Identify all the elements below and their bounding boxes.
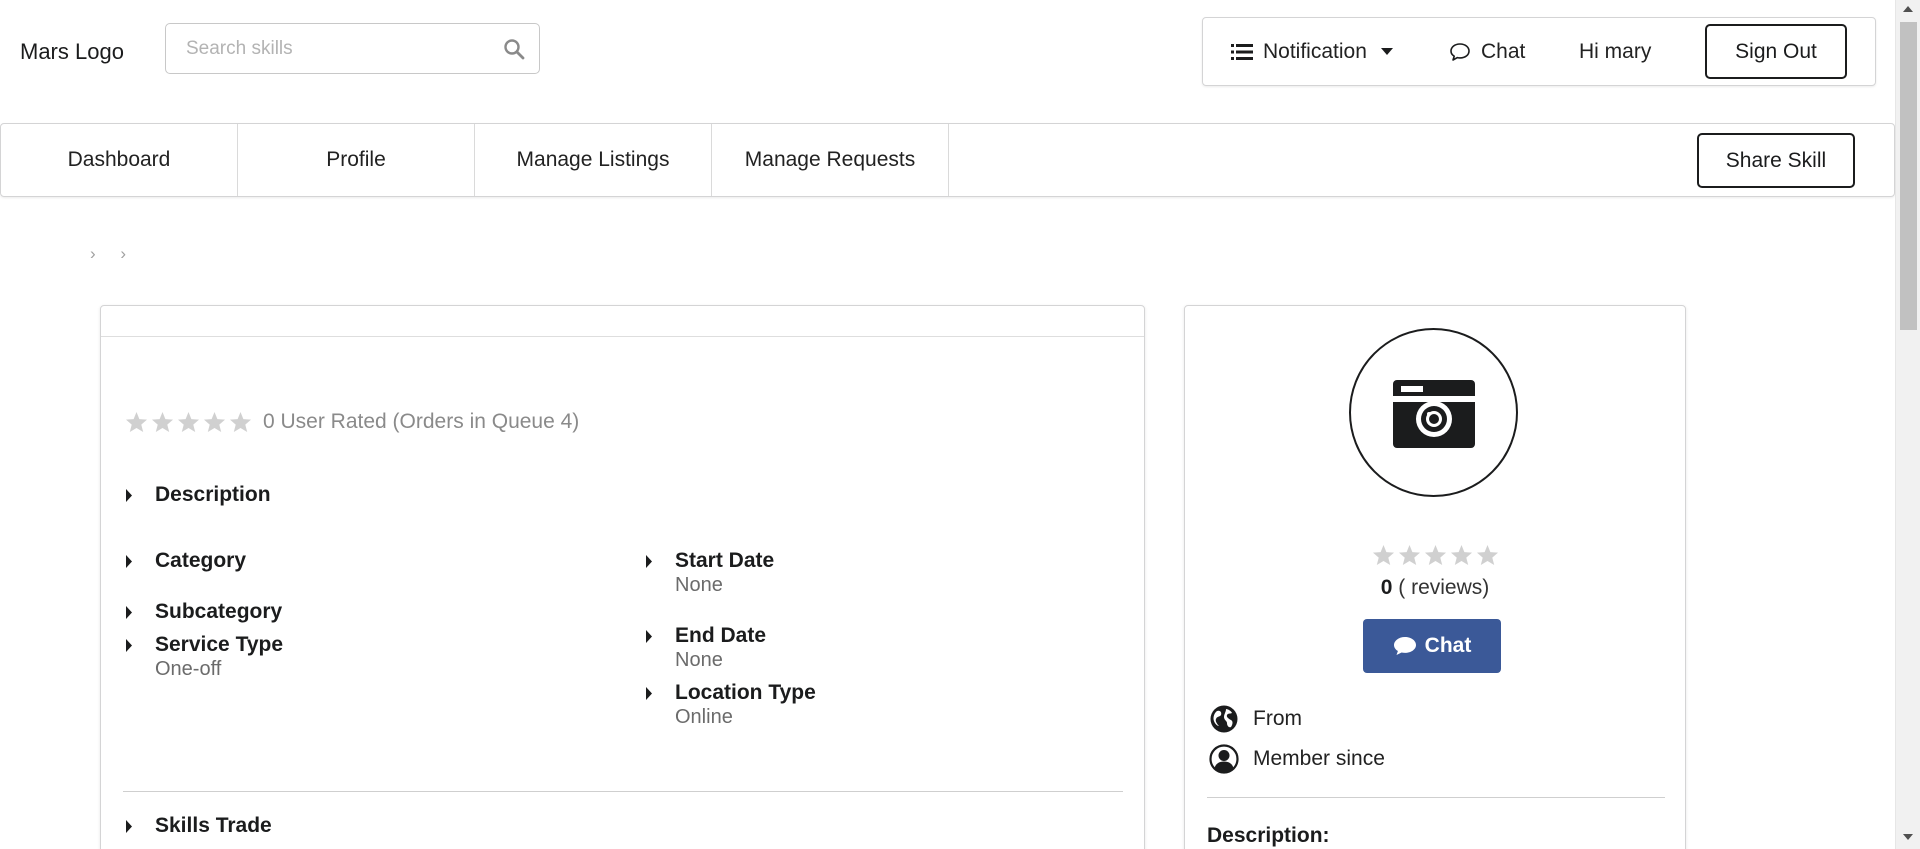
star-icon (1398, 544, 1421, 566)
star-icon (1372, 544, 1395, 566)
field-label: Skills Trade (155, 814, 272, 837)
triangle-right-icon (646, 687, 652, 700)
nav-manage-requests[interactable]: Manage Requests (712, 124, 949, 196)
search-input[interactable] (166, 37, 486, 60)
rating-summary: 0 User Rated (Orders in Queue 4) (263, 410, 580, 433)
reviews-label: ( reviews) (1392, 576, 1490, 599)
field-label: End Date (675, 624, 767, 647)
header-chat-label: Chat (1481, 39, 1526, 63)
scroll-thumb[interactable] (1900, 22, 1917, 330)
triangle-right-icon (646, 555, 652, 568)
user-menu: Notification Chat Hi mary Sign Out (1202, 17, 1876, 86)
breadcrumb-separator: › (90, 244, 96, 263)
triangle-right-icon (126, 489, 132, 502)
member-since-label: Member since (1253, 747, 1385, 770)
field-label: Description (155, 483, 271, 506)
user-greeting: Hi mary (1579, 39, 1652, 63)
breadcrumb: › › (90, 244, 146, 264)
seller-member-since: Member since (1209, 744, 1385, 774)
chat-bubble-icon (1450, 42, 1470, 61)
scroll-up-arrow[interactable] (1903, 6, 1913, 12)
star-icon (1424, 544, 1447, 566)
listing-rating: 0 User Rated (Orders in Queue 4) (125, 410, 579, 434)
field-value: None (675, 649, 723, 671)
card-header-divider (101, 336, 1144, 337)
search-icon[interactable] (503, 38, 525, 60)
star-icon (151, 411, 174, 433)
listing-details-card: 0 User Rated (Orders in Queue 4) Descrip… (100, 305, 1145, 849)
seller-divider (1207, 797, 1665, 798)
field-label: Service Type (155, 633, 284, 656)
header-chat-link[interactable]: Chat (1449, 18, 1525, 85)
list-icon (1231, 43, 1253, 60)
field-value: None (675, 574, 723, 596)
seller-description-label: Description: (1207, 824, 1330, 847)
caret-down-icon (1380, 47, 1393, 55)
seller-card: 0 ( reviews) Chat From Member since Desc… (1184, 305, 1686, 849)
globe-icon (1210, 705, 1238, 733)
user-icon (1209, 744, 1239, 774)
notification-label: Notification (1263, 39, 1367, 63)
seller-avatar (1349, 328, 1518, 497)
seller-reviews: 0 ( reviews) (1185, 576, 1685, 600)
page-scrollbar[interactable] (1895, 0, 1920, 849)
nav-dashboard[interactable]: Dashboard (1, 124, 238, 196)
seller-chat-label: Chat (1424, 634, 1472, 657)
main-nav: Dashboard Profile Manage Listings Manage… (0, 123, 1895, 197)
seller-chat-button[interactable]: Chat (1363, 619, 1501, 673)
field-label: Subcategory (155, 600, 283, 623)
listing-stars (125, 411, 255, 433)
field-label: Category (155, 549, 247, 572)
field-label: Location Type (675, 681, 816, 704)
star-icon (1450, 544, 1473, 566)
star-icon (177, 411, 200, 433)
site-logo[interactable]: Mars Logo (20, 39, 124, 65)
nav-profile[interactable]: Profile (238, 124, 475, 196)
seller-stars (1372, 544, 1502, 566)
review-count: 0 (1380, 576, 1393, 599)
seller-from: From (1209, 704, 1302, 734)
triangle-right-icon (126, 639, 132, 652)
field-value: One-off (155, 658, 222, 680)
field-value: Online (675, 706, 733, 728)
search-box (165, 23, 540, 74)
star-icon (125, 411, 148, 433)
star-icon (1476, 544, 1499, 566)
star-icon (229, 411, 252, 433)
field-label: Start Date (675, 549, 775, 572)
triangle-right-icon (126, 555, 132, 568)
breadcrumb-separator: › (120, 244, 127, 263)
chat-bubble-icon (1393, 637, 1416, 655)
triangle-right-icon (126, 606, 132, 619)
from-label: From (1253, 707, 1302, 730)
nav-manage-listings[interactable]: Manage Listings (475, 124, 712, 196)
triangle-right-icon (646, 630, 652, 643)
camera-icon (1392, 379, 1475, 448)
sign-out-button[interactable]: Sign Out (1705, 24, 1847, 79)
star-icon (203, 411, 226, 433)
scroll-down-arrow[interactable] (1903, 834, 1913, 840)
triangle-right-icon (126, 820, 132, 833)
share-skill-button[interactable]: Share Skill (1697, 133, 1855, 188)
notification-dropdown[interactable]: Notification (1231, 18, 1393, 85)
section-divider (123, 791, 1123, 792)
